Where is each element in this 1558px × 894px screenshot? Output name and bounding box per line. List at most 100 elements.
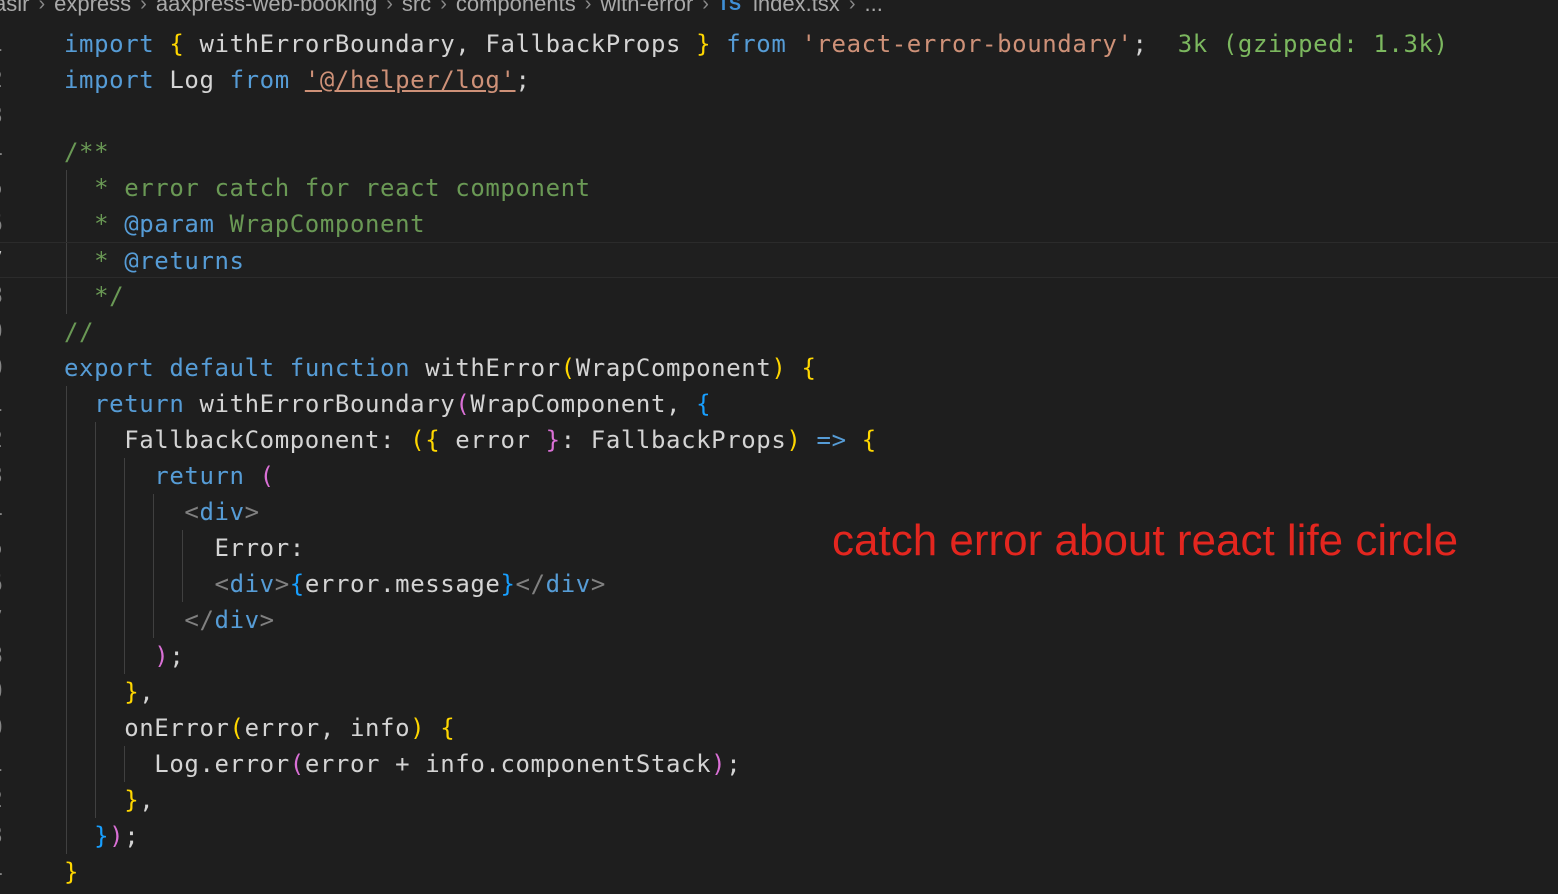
code-text: * error catch for react component [64, 170, 591, 206]
code-token: ( [560, 354, 576, 382]
code-text: <div> [64, 494, 260, 530]
line-number: 3 [0, 98, 13, 134]
breadcrumb-item[interactable]: asir [0, 0, 29, 17]
chevron-right-icon: › [140, 0, 147, 15]
breadcrumb-file[interactable]: index.tsx [753, 0, 840, 17]
code-editor[interactable]: 1 import { withErrorBoundary, FallbackPro… [0, 26, 1558, 890]
code-token: Log [169, 66, 230, 94]
chevron-right-icon: › [386, 0, 393, 15]
breadcrumb-item[interactable]: src [402, 0, 431, 17]
breadcrumb-item[interactable]: express [54, 0, 131, 17]
code-line[interactable]: 9 // [0, 314, 1558, 350]
line-number: 3 [0, 818, 13, 854]
code-token: } [500, 570, 516, 598]
code-token: * error catch for react component [64, 174, 591, 202]
line-number: 6 [0, 206, 13, 242]
code-token: { [169, 30, 200, 58]
code-line[interactable]: 2 }, [0, 782, 1558, 818]
code-token: ( [259, 462, 275, 490]
line-number: 5 [0, 170, 13, 206]
code-line[interactable]: 8 ); [0, 638, 1558, 674]
code-token: function [289, 354, 426, 382]
code-text: * @param WrapComponent [64, 206, 425, 242]
code-token: < [214, 570, 230, 598]
line-number: 8 [0, 278, 13, 314]
code-token: from [229, 66, 305, 94]
line-number: 7 [0, 243, 13, 279]
chevron-right-icon: › [584, 0, 592, 15]
code-token: * [64, 210, 125, 238]
code-token: import [64, 30, 170, 58]
code-token: div [229, 570, 275, 598]
code-token: { [289, 570, 305, 598]
code-line[interactable]: 0 onError(error, info) { [0, 710, 1558, 746]
code-line[interactable]: 9 }, [0, 674, 1558, 710]
code-token: > [259, 606, 275, 634]
line-number: 4 [0, 494, 13, 530]
line-number: 9 [0, 314, 13, 350]
breadcrumb-item[interactable]: aaxpress-web-booking [156, 0, 377, 17]
code-token: div [199, 498, 245, 526]
chevron-right-icon: › [440, 0, 447, 15]
code-text: onError(error, info) { [64, 710, 455, 746]
code-token: > [274, 570, 290, 598]
code-token: </ [515, 570, 546, 598]
code-text: Log.error(error + info.componentStack); [64, 746, 741, 782]
code-token: </ [184, 606, 215, 634]
code-line[interactable]: 7 </div> [0, 602, 1558, 638]
code-token: } [124, 678, 140, 706]
code-text: }, [64, 674, 154, 710]
code-line[interactable]: 6 <div>{error.message}</div> [0, 566, 1558, 602]
code-token: ; [124, 822, 140, 850]
code-token: ( [229, 714, 245, 742]
code-line[interactable]: 3 }); [0, 818, 1558, 854]
code-token: export [64, 354, 170, 382]
code-token: } [64, 858, 80, 886]
line-number: 6 [0, 566, 13, 602]
code-line[interactable]: 5 * error catch for react component [0, 170, 1558, 206]
code-token: from [711, 30, 802, 58]
code-line[interactable]: 2 FallbackComponent: ({ error }: Fallbac… [0, 422, 1558, 458]
breadcrumb-item[interactable]: components [456, 0, 576, 17]
code-token: withErrorBoundary, FallbackProps [199, 30, 697, 58]
line-number: 0 [0, 350, 13, 386]
code-line[interactable]: 1 return withErrorBoundary(WrapComponent… [0, 386, 1558, 422]
code-token: div [214, 606, 260, 634]
code-token: import [64, 66, 170, 94]
code-line[interactable]: 3 return ( [0, 458, 1558, 494]
code-line[interactable]: 3 [0, 98, 1558, 134]
code-line[interactable]: 0 export default function withError(WrapC… [0, 350, 1558, 386]
code-token: WrapComponent [214, 210, 426, 238]
code-token: return [94, 390, 200, 418]
code-token: WrapComponent [575, 354, 772, 382]
code-text: return ( [64, 458, 275, 494]
code-line[interactable]: 1 Log.error(error + info.componentStack)… [0, 746, 1558, 782]
code-token: /** [64, 138, 110, 166]
code-line[interactable]: 4} [0, 854, 1558, 890]
code-line[interactable]: 7 * @returns [0, 242, 1558, 279]
code-token: < [184, 498, 200, 526]
code-token: , [139, 786, 155, 814]
code-text: </div> [64, 602, 275, 638]
code-token: // [64, 318, 95, 346]
code-token: error, info [244, 714, 411, 742]
code-text: Error: [64, 530, 305, 566]
code-token: 'react-error-boundary' [801, 30, 1133, 58]
code-token: > [244, 498, 260, 526]
code-token: @returns [124, 247, 245, 275]
line-number: 8 [0, 638, 13, 674]
line-number: 0 [0, 710, 13, 746]
breadcrumb-more[interactable]: ... [864, 0, 882, 17]
line-number: 1 [0, 746, 13, 782]
breadcrumb-item[interactable]: with-error [600, 0, 693, 17]
code-line[interactable]: 2 import Log from '@/helper/log'; [0, 62, 1558, 98]
code-line[interactable]: 1 import { withErrorBoundary, FallbackPro… [0, 26, 1558, 62]
code-line[interactable]: 8 */ [0, 278, 1558, 314]
code-token: { [801, 354, 817, 382]
code-line[interactable]: 6 * @param WrapComponent [0, 206, 1558, 242]
code-line[interactable]: 4 /** [0, 134, 1558, 170]
